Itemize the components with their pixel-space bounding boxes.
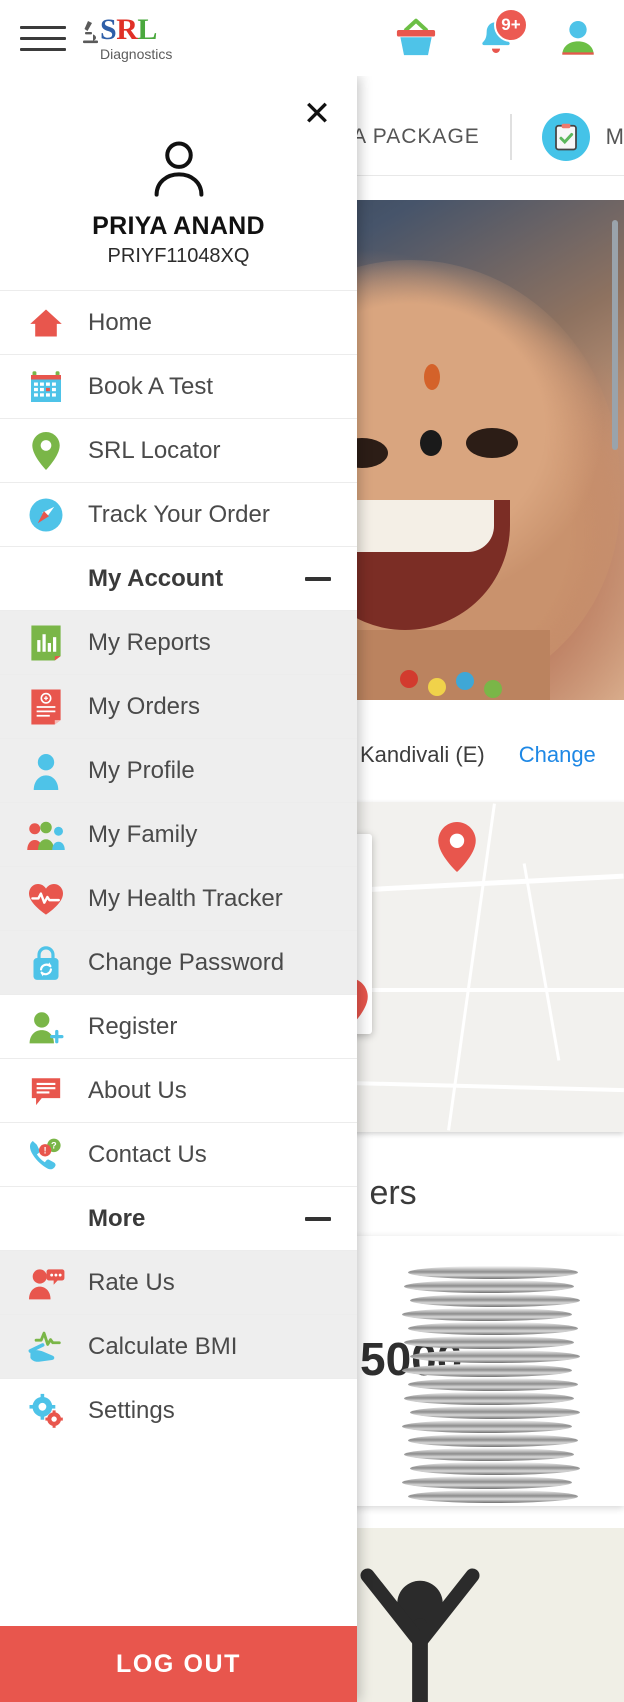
banner-bead xyxy=(400,670,418,688)
drawer-menu: Home Book A Test SRL Locator Track Your Ord… xyxy=(0,290,357,1572)
drawer-item-my-account[interactable]: My Account xyxy=(0,546,357,610)
drawer-item-label: My Reports xyxy=(88,628,211,656)
lock-refresh-icon xyxy=(26,943,66,983)
coin-stack-image xyxy=(402,1266,602,1506)
map-marker-icon[interactable] xyxy=(438,822,476,872)
drawer-item-my-orders[interactable]: My Orders xyxy=(0,674,357,738)
drawer-item-label: More xyxy=(88,1204,146,1232)
user-account-icon[interactable] xyxy=(558,18,598,58)
drawer-item-label: About Us xyxy=(88,1076,187,1104)
banner-bindi xyxy=(420,430,442,456)
drawer-item-srl-locator[interactable]: SRL Locator xyxy=(0,418,357,482)
bmi-hand-icon xyxy=(26,1327,66,1367)
tab-package-label[interactable]: A PACKAGE xyxy=(352,125,480,149)
drawer-item-label: Book A Test xyxy=(88,372,213,400)
drawer-item-my-family[interactable]: My Family xyxy=(0,802,357,866)
drawer-item-home[interactable]: Home xyxy=(0,290,357,354)
person-outline-icon xyxy=(147,136,211,200)
offers-title-text: ers xyxy=(369,1174,417,1212)
app-header: SRL Diagnostics 9+ xyxy=(0,0,624,76)
drawer-item-label: My Account xyxy=(88,564,224,592)
drawer-item-label: Change Password xyxy=(88,948,285,976)
srl-diagnostics-logo[interactable]: SRL Diagnostics xyxy=(82,15,172,61)
logo-letter-s: S xyxy=(100,13,117,46)
drawer-item-contact-us[interactable]: ?! Contact Us xyxy=(0,1122,357,1186)
drawer-item-label: My Health Tracker xyxy=(88,884,283,912)
header-actions: 9+ xyxy=(394,8,598,58)
drawer-item-change-password[interactable]: Change Password xyxy=(0,930,357,994)
drawer-item-calculate-bmi[interactable]: Calculate BMI xyxy=(0,1314,357,1378)
drawer-item-track-your-order[interactable]: Track Your Order xyxy=(0,482,357,546)
heart-pulse-icon xyxy=(26,879,66,919)
report-chart-icon xyxy=(26,623,66,663)
change-location-link[interactable]: Change xyxy=(519,742,596,768)
tab-mypackage-label[interactable]: M xyxy=(606,124,624,150)
drawer-item-label: Rate Us xyxy=(88,1268,175,1296)
location-name: Kandivali (E) xyxy=(360,742,485,767)
svg-text:?: ? xyxy=(51,1140,57,1150)
map-marker-icon xyxy=(26,431,66,471)
drawer-item-label: My Orders xyxy=(88,692,201,720)
drawer-item-my-reports[interactable]: My Reports xyxy=(0,610,357,674)
drawer-spacer xyxy=(0,1572,357,1626)
banner-eye-right xyxy=(466,428,518,458)
drawer-item-my-profile[interactable]: My Profile xyxy=(0,738,357,802)
logo-letter-l: L xyxy=(137,13,157,46)
drawer-item-label: SRL Locator xyxy=(88,436,221,464)
close-icon[interactable]: ✕ xyxy=(297,94,337,134)
profile-name: PRIYA ANAND xyxy=(92,212,265,240)
calendar-icon xyxy=(26,367,66,407)
family-group-icon xyxy=(26,815,66,855)
banner-bead xyxy=(428,678,446,696)
microscope-icon xyxy=(82,19,100,45)
drawer-item-my-health-tracker[interactable]: My Health Tracker xyxy=(0,866,357,930)
logo-letter-r: R xyxy=(116,13,138,46)
rate-comment-icon xyxy=(26,1263,66,1303)
banner-bead xyxy=(484,680,502,698)
notification-bell-icon[interactable]: 9+ xyxy=(476,8,528,58)
shopping-basket-icon[interactable] xyxy=(394,18,436,58)
clipboard-check-icon[interactable] xyxy=(541,112,590,161)
banner-scrollbar[interactable] xyxy=(612,220,618,450)
hamburger-menu-icon[interactable] xyxy=(20,25,66,51)
speech-bubble-icon xyxy=(26,1071,66,1111)
app-screen: A PACKAGE M Kandivali (E) Change ers 500… xyxy=(0,0,624,1702)
phone-support-icon: ?! xyxy=(26,1135,66,1175)
drawer-item-label: Calculate BMI xyxy=(88,1332,238,1360)
banner-bead xyxy=(456,672,474,690)
drawer-item-book-a-test[interactable]: Book A Test xyxy=(0,354,357,418)
drawer-item-label: My Family xyxy=(88,820,198,848)
logo-subtitle: Diagnostics xyxy=(100,46,173,62)
tab-divider xyxy=(509,113,512,160)
drawer-item-more[interactable]: More xyxy=(0,1186,357,1250)
map-road xyxy=(522,863,561,1061)
banner-tilak xyxy=(424,364,440,390)
drawer-item-about-us[interactable]: About Us xyxy=(0,1058,357,1122)
logo-wordmark: SRL xyxy=(100,15,172,45)
logout-button[interactable]: LOG OUT xyxy=(0,1626,357,1702)
profile-id: PRIYF11048XQ xyxy=(107,245,250,267)
compass-icon xyxy=(26,495,66,535)
collapse-minus-icon[interactable] xyxy=(305,1216,331,1221)
svg-text:!: ! xyxy=(44,1145,47,1155)
drawer-item-label: Register xyxy=(88,1012,178,1040)
drawer-item-label: Settings xyxy=(88,1396,175,1424)
drawer-item-label: Home xyxy=(88,308,153,336)
drawer-item-rate-us[interactable]: Rate Us xyxy=(0,1250,357,1314)
drawer-item-label: My Profile xyxy=(88,756,195,784)
user-add-icon xyxy=(26,1007,66,1047)
navigation-drawer: ✕ PRIYA ANAND PRIYF11048XQ Home Book A Te… xyxy=(0,76,357,1702)
person-icon xyxy=(26,751,66,791)
gear-icon xyxy=(26,1391,66,1431)
order-document-icon xyxy=(26,687,66,727)
collapse-minus-icon[interactable] xyxy=(305,576,331,581)
drawer-item-settings[interactable]: Settings xyxy=(0,1378,357,1442)
drawer-item-label: Track Your Order xyxy=(88,500,270,528)
celebration-figure-image xyxy=(360,1568,480,1702)
notification-count-badge: 9+ xyxy=(494,8,528,42)
drawer-item-label: Contact Us xyxy=(88,1140,207,1168)
drawer-item-register[interactable]: Register xyxy=(0,994,357,1058)
home-icon xyxy=(26,303,66,343)
